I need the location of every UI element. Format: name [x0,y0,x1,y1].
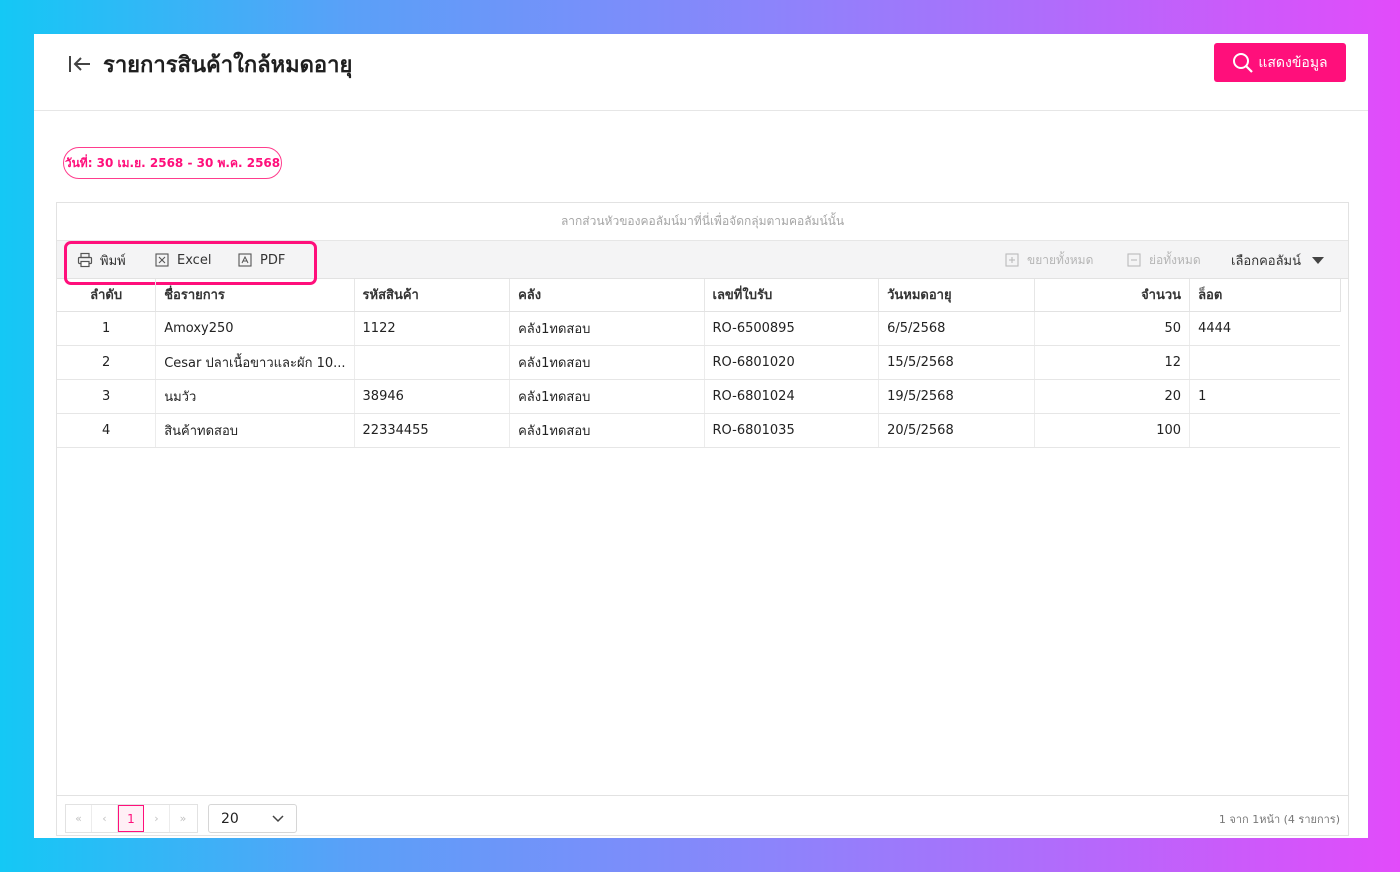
pager-info: 1 จาก 1หน้า (4 รายการ) [1218,813,1340,826]
cell-expiry: 15/5/2568 [878,345,1035,380]
first-page-button[interactable]: « [66,805,92,832]
column-chooser-button[interactable]: เลือกคอลัมน์ [1231,241,1325,279]
page-size-select[interactable]: 20 [208,804,297,833]
prev-page-button[interactable]: ‹ [92,805,118,832]
last-page-button[interactable]: » [170,805,196,832]
cell-name: Amoxy250 [155,311,355,346]
cell-receipt: RO-6801035 [704,413,880,448]
scrollbar-gutter [1340,279,1348,312]
search-icon [1233,52,1254,73]
cell-lot: 1 [1189,379,1340,414]
cell-name: Cesar ปลาเนื้อขาวและผัก 10... [155,345,355,380]
cell-name: นมวัว [155,379,355,414]
cell-seq: 4 [57,413,157,448]
cell-receipt: RO-6801020 [704,345,880,380]
cell-seq: 1 [57,311,157,346]
show-data-button[interactable]: แสดงข้อมูล [1214,43,1346,82]
caret-down-icon [1312,256,1325,264]
column-header-name[interactable]: ชื่อรายการ [155,279,355,312]
cell-quantity: 12 [1034,345,1191,380]
cell-code: 22334455 [354,413,511,448]
expand-all-button[interactable]: ขยายทั้งหมด [1004,241,1093,279]
expand-all-label: ขยายทั้งหมด [1027,252,1094,267]
table-row[interactable]: 2 Cesar ปลาเนื้อขาวและผัก 10... คลัง1ทดส… [57,345,1340,380]
cell-lot: 4444 [1189,311,1340,346]
table-row[interactable]: 3 นมวัว 38946 คลัง1ทดสอบ RO-6801024 19/5… [57,379,1340,414]
column-header-lot[interactable]: ล็อต [1189,279,1340,312]
table-row[interactable]: 1 Amoxy250 1122 คลัง1ทดสอบ RO-6500895 6/… [57,311,1340,346]
cell-warehouse: คลัง1ทดสอบ [509,311,705,346]
page-title: รายการสินค้าใกล้หมดอายุ [103,52,353,77]
cell-expiry: 6/5/2568 [878,311,1035,346]
column-header-receipt[interactable]: เลขที่ใบรับ [704,279,880,312]
cell-quantity: 50 [1034,311,1191,346]
pager: « ‹ 1 › » 20 1 จาก 1หน้า (4 รายการ) [57,795,1348,835]
back-arrow-icon[interactable] [67,53,93,75]
next-page-button[interactable]: › [144,805,170,832]
collapse-all-label: ย่อทั้งหมด [1149,252,1201,267]
cell-code: 1122 [354,311,511,346]
chevron-down-icon [272,814,284,822]
page-size-value: 20 [221,810,239,827]
cell-expiry: 20/5/2568 [878,413,1035,448]
cell-seq: 2 [57,345,157,380]
page-header: รายการสินค้าใกล้หมดอายุ แสดงข้อมูล [34,34,1368,111]
grid-toolbar: พิมพ์ Excel PDF ขยายทั้งหมด ย่อทั้งหมด เ… [57,241,1348,285]
cell-warehouse: คลัง1ทดสอบ [509,413,705,448]
pager-buttons: « ‹ 1 › » [65,804,198,833]
cell-warehouse: คลัง1ทดสอบ [509,379,705,414]
column-header-expiry[interactable]: วันหมดอายุ [878,279,1035,312]
cell-seq: 3 [57,379,157,414]
cell-receipt: RO-6500895 [704,311,880,346]
collapse-all-button[interactable]: ย่อทั้งหมด [1126,241,1201,279]
group-panel[interactable]: ลากส่วนหัวของคอลัมน์มาที่นี่เพื่อจัดกลุ่… [57,203,1348,241]
cell-expiry: 19/5/2568 [878,379,1035,414]
column-header-quantity[interactable]: จำนวน [1034,279,1191,312]
cell-code [354,345,511,380]
date-range-filter[interactable]: วันที่: 30 เม.ย. 2568 - 30 พ.ค. 2568 [63,147,282,179]
show-data-label: แสดงข้อมูล [1258,53,1328,70]
cell-lot [1189,345,1340,380]
column-header-warehouse[interactable]: คลัง [509,279,705,312]
cell-lot [1189,413,1340,448]
table-row[interactable]: 4 สินค้าทดสอบ 22334455 คลัง1ทดสอบ RO-680… [57,413,1340,448]
table-header-row: ลำดับ ชื่อรายการ รหัสสินค้า คลัง เลขที่ใ… [57,279,1340,312]
collapse-icon [1127,253,1141,267]
cell-code: 38946 [354,379,511,414]
expand-icon [1005,253,1019,267]
column-header-code[interactable]: รหัสสินค้า [354,279,511,312]
cell-warehouse: คลัง1ทดสอบ [509,345,705,380]
data-table: ลำดับ ชื่อรายการ รหัสสินค้า คลัง เลขที่ใ… [57,279,1340,448]
column-header-seq[interactable]: ลำดับ [57,279,157,312]
cell-name: สินค้าทดสอบ [155,413,355,448]
page-container: รายการสินค้าใกล้หมดอายุ แสดงข้อมูล วันที… [34,34,1368,838]
cell-quantity: 100 [1034,413,1191,448]
page-1-button[interactable]: 1 [118,805,144,832]
cell-quantity: 20 [1034,379,1191,414]
column-chooser-label: เลือกคอลัมน์ [1231,253,1302,269]
data-grid: ลากส่วนหัวของคอลัมน์มาที่นี่เพื่อจัดกลุ่… [56,202,1349,836]
cell-receipt: RO-6801024 [704,379,880,414]
